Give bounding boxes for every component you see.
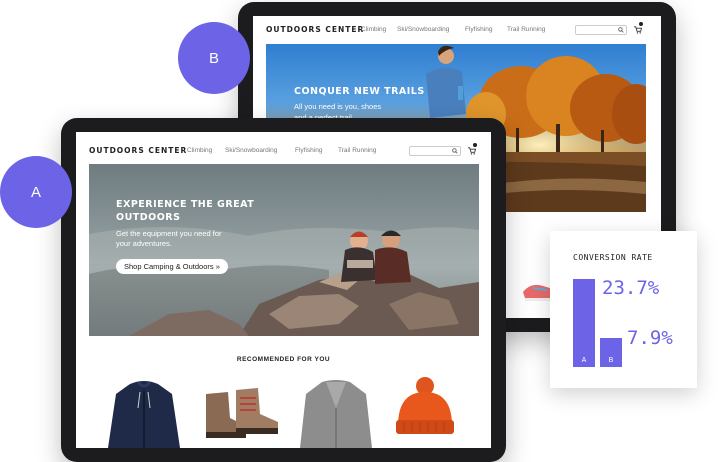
conversion-b-value: 7.9% <box>627 327 673 349</box>
product-grey-cardigan[interactable] <box>296 378 376 448</box>
bar-b-label: B <box>608 357 614 364</box>
search-icon <box>618 27 624 33</box>
hero-subtitle-a-line2: your adventures. <box>116 239 172 248</box>
tablet-a: OUTDOORS CENTER Climbing Ski/Snowboardin… <box>61 118 506 462</box>
cart-icon[interactable] <box>467 146 476 155</box>
nav-link-flyfishing[interactable]: Flyfishing <box>295 147 322 154</box>
hero-title-b: CONQUER NEW TRAILS <box>294 86 425 97</box>
product-hiking-boots[interactable] <box>200 382 284 442</box>
bar-a-label: A <box>581 357 587 364</box>
conversion-rate-title: CONVERSION RATE <box>573 253 653 262</box>
product-orange-beanie[interactable] <box>390 376 460 442</box>
conversion-a-value: 23.7% <box>602 277 660 299</box>
nav-link-trail-running[interactable]: Trail Running <box>507 26 545 33</box>
tablet-a-nav: OUTDOORS CENTER Climbing Ski/Snowboardin… <box>76 132 491 164</box>
nav-link-flyfishing[interactable]: Flyfishing <box>465 26 492 33</box>
shop-camping-button[interactable]: Shop Camping & Outdoors » <box>116 259 228 274</box>
logo[interactable]: OUTDOORS CENTER <box>89 146 187 155</box>
variant-b-badge: B <box>178 22 250 94</box>
bar-a: A <box>573 279 595 367</box>
logo[interactable]: OUTDOORS CENTER <box>266 25 364 34</box>
search-icon <box>452 148 458 154</box>
cart-icon[interactable] <box>633 25 642 34</box>
hero-banner-a: EXPERIENCE THE GREAT OUTDOORS Get the eq… <box>89 164 479 336</box>
search-input[interactable] <box>409 146 461 156</box>
tablet-b-nav: OUTDOORS CENTER Climbing Ski/Snowboardin… <box>253 16 661 46</box>
cart-badge <box>639 22 643 26</box>
nav-link-ski[interactable]: Ski/Snowboarding <box>225 147 277 154</box>
conversion-rate-card: CONVERSION RATE A B 23.7% 7.9% <box>550 231 697 388</box>
bar-b: B <box>600 338 622 367</box>
hero-subtitle-a-line1: Get the equipment you need for <box>116 229 222 238</box>
tablet-a-screen: OUTDOORS CENTER Climbing Ski/Snowboardin… <box>76 132 491 448</box>
couple-on-cliff-image <box>89 226 479 336</box>
hero-title-a-line2: OUTDOORS <box>116 212 181 223</box>
nav-link-ski[interactable]: Ski/Snowboarding <box>397 26 449 33</box>
search-input[interactable] <box>575 25 627 35</box>
variant-a-badge: A <box>0 156 72 228</box>
cart-badge <box>473 143 477 147</box>
recommended-heading: RECOMMENDED FOR YOU <box>236 356 331 363</box>
nav-link-climbing[interactable]: Climbing <box>361 26 386 33</box>
nav-link-trail-running[interactable]: Trail Running <box>338 147 376 154</box>
nav-link-climbing[interactable]: Climbing <box>187 147 212 154</box>
hero-title-a-line1: EXPERIENCE THE GREAT <box>116 199 255 210</box>
product-navy-jacket[interactable] <box>104 378 184 448</box>
hero-subtitle-b-line1: All you need is you, shoes <box>294 102 382 111</box>
